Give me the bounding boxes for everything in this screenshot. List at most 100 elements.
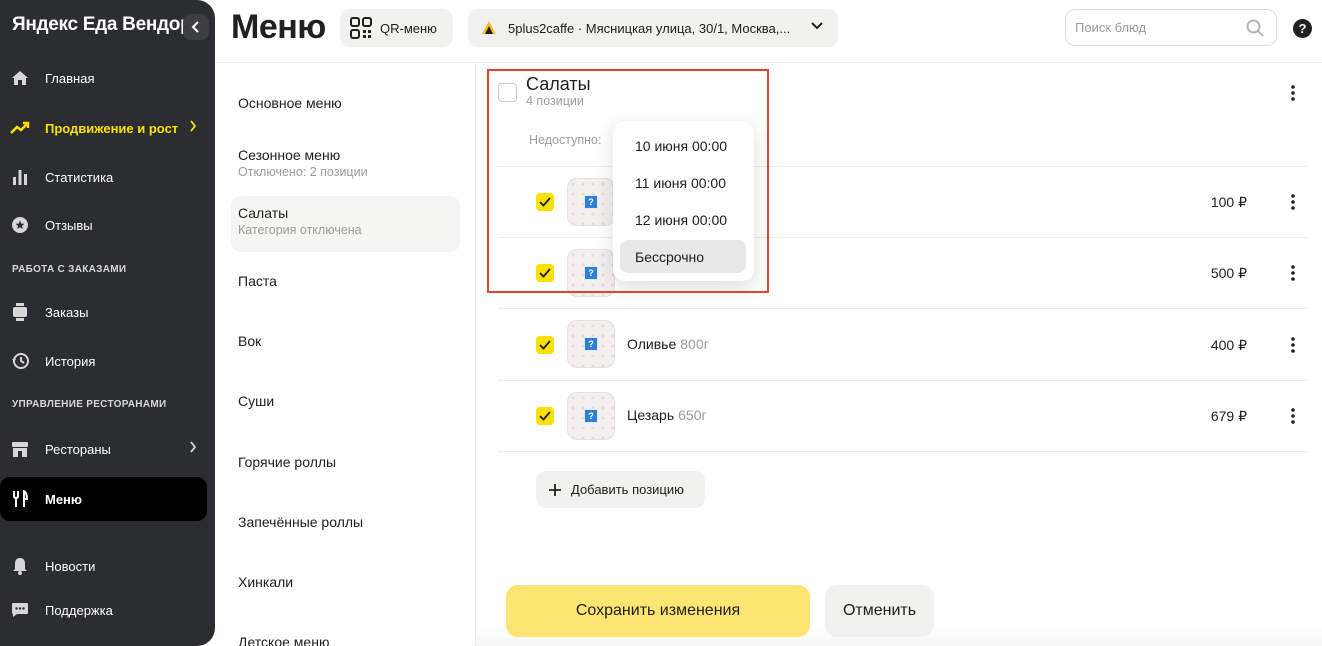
add-item-button[interactable]: Добавить позицию xyxy=(536,471,705,508)
category-item[interactable]: Детское меню xyxy=(231,634,460,646)
chevron-left-icon xyxy=(191,21,199,33)
more-vertical-icon[interactable] xyxy=(1283,406,1303,426)
fork-knife-icon xyxy=(10,489,30,509)
category-name: Горячие роллы xyxy=(238,454,337,470)
category-item[interactable]: Запечённые роллы xyxy=(231,514,460,530)
nav-label: Рестораны xyxy=(45,441,111,457)
check-icon xyxy=(539,268,551,278)
nav-label: Заказы xyxy=(45,304,89,320)
category-item[interactable]: Основное меню xyxy=(231,95,460,111)
history-icon xyxy=(10,351,30,371)
section-restaurants-label: УПРАВЛЕНИЕ РЕСТОРАНАМИ xyxy=(12,399,167,410)
qr-code-icon xyxy=(350,17,372,39)
more-vertical-icon[interactable] xyxy=(1283,192,1303,212)
nav-label: История xyxy=(45,353,96,369)
item-price: 400 ₽ xyxy=(1210,337,1247,353)
item-image: ? xyxy=(567,178,615,226)
dropdown-option-indefinite[interactable]: Бессрочно xyxy=(620,240,746,273)
item-name[interactable]: Оливье 800г xyxy=(627,336,709,352)
nav-label: Отзывы xyxy=(45,217,93,233)
category-name: Хинкали xyxy=(238,574,294,590)
more-vertical-icon[interactable] xyxy=(1283,83,1303,103)
nav-reviews[interactable]: Отзывы xyxy=(0,203,215,247)
item-price: 679 ₽ xyxy=(1210,408,1247,424)
category-item[interactable]: Вок xyxy=(231,333,460,349)
qr-menu-button[interactable]: QR-меню xyxy=(340,9,453,47)
search-icon[interactable] xyxy=(1246,19,1264,42)
category-status: Категория отключена xyxy=(238,223,362,237)
nav-statistics[interactable]: Статистика xyxy=(0,155,215,199)
item-checkbox[interactable] xyxy=(536,336,554,354)
item-price: 100 ₽ xyxy=(1210,194,1247,210)
category-count: 4 позиции xyxy=(526,94,584,108)
item-name[interactable]: Цезарь 650г xyxy=(627,407,707,423)
category-item[interactable]: Горячие роллы xyxy=(231,454,460,470)
add-item-label: Добавить позицию xyxy=(571,482,684,497)
order-icon xyxy=(10,302,30,322)
star-chat-icon xyxy=(10,215,30,235)
nav-restaurants[interactable]: Рестораны xyxy=(0,427,215,471)
category-name: Запечённые роллы xyxy=(238,514,364,530)
category-item[interactable]: Паста xyxy=(231,273,460,289)
nav-promotion[interactable]: Продвижение и рост xyxy=(0,106,215,150)
dropdown-option[interactable]: 10 июня 00:00 xyxy=(620,129,746,162)
category-name: Суши xyxy=(238,393,275,409)
bar-chart-icon xyxy=(10,167,30,187)
qr-menu-label: QR-меню xyxy=(380,20,437,36)
nav-news[interactable]: Новости xyxy=(0,544,215,588)
chevron-right-icon xyxy=(190,441,197,453)
restaurant-name: 5plus2caffe · Мясницкая улица, 30/1, Мос… xyxy=(508,20,791,36)
image-placeholder-icon: ? xyxy=(584,195,598,209)
dropdown-option[interactable]: 12 июня 00:00 xyxy=(620,203,746,236)
unavailable-until-dropdown: 10 июня 00:00 11 июня 00:00 12 июня 00:0… xyxy=(613,121,754,281)
nav-label: Поддержка xyxy=(45,602,113,618)
category-name: Детское меню xyxy=(238,634,330,646)
nav-home[interactable]: Главная xyxy=(0,56,215,100)
restaurant-logo-icon xyxy=(480,19,498,37)
nav-label: Меню xyxy=(45,491,83,507)
unavailable-label: Недоступно: xyxy=(529,133,602,147)
check-icon xyxy=(539,340,551,350)
cancel-button[interactable]: Отменить xyxy=(825,585,934,637)
help-icon[interactable]: ? xyxy=(1293,19,1312,38)
image-placeholder-icon: ? xyxy=(584,266,598,280)
dropdown-option[interactable]: 11 июня 00:00 xyxy=(620,166,746,199)
nav-history[interactable]: История xyxy=(0,339,215,383)
item-checkbox[interactable] xyxy=(536,264,554,282)
image-placeholder-icon: ? xyxy=(584,409,598,423)
category-item[interactable]: Сезонное меню Отключено: 2 позиции xyxy=(231,147,460,179)
row-divider xyxy=(498,308,1307,309)
more-vertical-icon[interactable] xyxy=(1283,335,1303,355)
nav-label: Статистика xyxy=(45,169,114,185)
collapse-sidebar-button[interactable] xyxy=(183,14,209,40)
category-item[interactable]: Хинкали xyxy=(231,574,460,590)
sidebar: Яндекс Еда Вендор Главная Продвижение и … xyxy=(0,0,215,646)
nav-menu[interactable]: Меню xyxy=(0,477,207,521)
more-vertical-icon[interactable] xyxy=(1283,263,1303,283)
home-icon xyxy=(10,68,30,88)
nav-orders[interactable]: Заказы xyxy=(0,290,215,334)
image-placeholder-icon: ? xyxy=(584,337,598,351)
chat-icon xyxy=(10,600,30,620)
section-orders-label: РАБОТА С ЗАКАЗАМИ xyxy=(12,264,127,275)
restaurant-select[interactable]: 5plus2caffe · Мясницкая улица, 30/1, Мос… xyxy=(468,9,838,47)
plus-icon xyxy=(549,483,561,496)
category-checkbox[interactable] xyxy=(498,83,517,102)
category-status: Отключено: 2 позиции xyxy=(238,165,368,179)
nav-support[interactable]: Поддержка xyxy=(0,588,215,632)
item-price: 500 ₽ xyxy=(1210,265,1247,281)
item-checkbox[interactable] xyxy=(536,407,554,425)
search-input[interactable] xyxy=(1075,20,1235,35)
chevron-down-icon xyxy=(811,22,823,30)
page-title: Меню xyxy=(231,8,326,46)
check-icon xyxy=(539,197,551,207)
category-item[interactable]: Суши xyxy=(231,393,460,409)
category-item-selected[interactable]: Салаты Категория отключена xyxy=(231,196,460,252)
search-box[interactable] xyxy=(1065,9,1277,46)
category-name: Вок xyxy=(238,333,262,349)
item-checkbox[interactable] xyxy=(536,193,554,211)
category-title: Салаты xyxy=(526,74,591,94)
category-list: Основное меню Сезонное меню Отключено: 2… xyxy=(215,63,476,646)
save-button[interactable]: Сохранить изменения xyxy=(506,585,810,637)
row-divider xyxy=(498,451,1307,452)
